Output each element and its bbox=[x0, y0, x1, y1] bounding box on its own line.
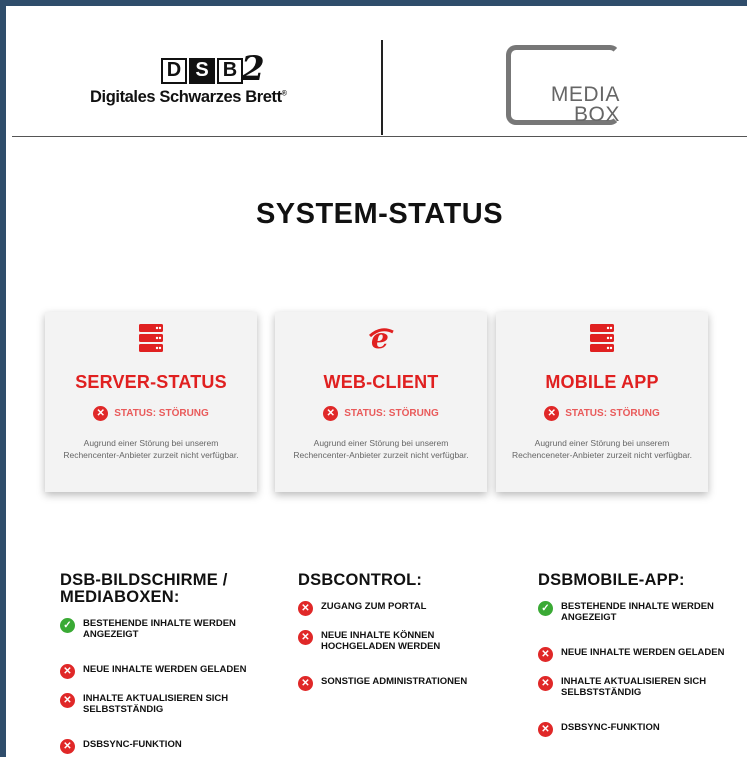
card-description: Augrund einer Störung bei unserem Rechen… bbox=[293, 438, 469, 460]
card-status-text: STATUS: STÖRUNG bbox=[565, 408, 660, 419]
dsb-logo[interactable]: D S B 2 Digitales Schwarzes Brett® bbox=[90, 49, 320, 124]
status-item: ✕ INHALTE AKTUALISIEREN SICH SELBSTSTÄNDI… bbox=[538, 676, 706, 698]
status-item: ✓ BESTEHENDE INHALTE WERDEN ANGEZEIGT bbox=[60, 618, 236, 640]
mobile-app-card: MOBILE APP ✕ STATUS: STÖRUNG Augrund ein… bbox=[496, 312, 708, 492]
status-item: ✕ DSBSYNC-FUNKTION bbox=[60, 739, 182, 754]
dsb-logo-letter-d: D bbox=[161, 58, 187, 84]
server-icon bbox=[496, 324, 708, 352]
page-frame: D S B 2 Digitales Schwarzes Brett® MEDIA… bbox=[0, 0, 747, 757]
card-status-text: STATUS: STÖRUNG bbox=[114, 408, 209, 419]
dsb-logo-letter-s: S bbox=[189, 58, 215, 84]
internet-explorer-icon: e bbox=[275, 324, 487, 352]
error-icon: ✕ bbox=[538, 647, 553, 662]
error-icon: ✕ bbox=[298, 601, 313, 616]
error-icon: ✕ bbox=[544, 406, 560, 421]
status-item: ✓ BESTEHENDE INHALTE WERDEN ANGEZEIGT bbox=[538, 601, 714, 623]
error-icon: ✕ bbox=[60, 664, 75, 679]
mediabox-logo[interactable]: MEDIA BOX bbox=[506, 45, 648, 132]
card-description: Augrund einer Störung bei unserem Rechen… bbox=[511, 438, 692, 460]
page-title: SYSTEM-STATUS bbox=[255, 198, 504, 230]
server-status-card: SERVER-STATUS ✕ STATUS: STÖRUNG Augrund … bbox=[45, 312, 257, 492]
server-icon bbox=[45, 324, 257, 352]
status-item: ✕ ZUGANG ZUM PORTAL bbox=[298, 601, 426, 616]
card-status: ✕ STATUS: STÖRUNG bbox=[496, 406, 708, 421]
status-item: ✕ INHALTE AKTUALISIEREN SICH SELBSTSTÄNDI… bbox=[60, 693, 228, 715]
error-icon: ✕ bbox=[323, 406, 339, 421]
mediabox-logo-line1: MEDIA bbox=[550, 83, 620, 106]
card-title: WEB-CLIENT bbox=[323, 372, 439, 392]
dsb-logo-letter-b: B bbox=[217, 58, 243, 84]
dsbmobile-app-column: DSBMOBILE-APP: ✓ BESTEHENDE INHALTE WERD… bbox=[538, 572, 747, 762]
dsb-bildschirme-column: DSB-BILDSCHIRME / MEDIABOXEN: ✓ BESTEHEN… bbox=[60, 572, 280, 762]
column-title: DSBMOBILE-APP: bbox=[538, 571, 685, 589]
column-title: DSB-BILDSCHIRME / MEDIABOXEN: bbox=[60, 571, 228, 606]
card-title: MOBILE APP bbox=[545, 372, 659, 392]
header-divider bbox=[381, 40, 383, 135]
card-status-text: STATUS: STÖRUNG bbox=[344, 408, 439, 419]
card-description: Augrund einer Störung bei unserem Rechen… bbox=[63, 438, 239, 460]
dsb-logo-subtitle: Digitales Schwarzes Brett® bbox=[90, 88, 287, 106]
error-icon: ✕ bbox=[298, 630, 313, 645]
mediabox-logo-line2: BOX bbox=[574, 103, 620, 126]
header: D S B 2 Digitales Schwarzes Brett® MEDIA… bbox=[12, 12, 747, 137]
error-icon: ✕ bbox=[298, 676, 313, 691]
dsb-logo-mark: D S B 2 bbox=[161, 49, 265, 89]
status-item: ✕ NEUE INHALTE WERDEN GELADEN bbox=[60, 664, 246, 679]
svg-text:e: e bbox=[371, 324, 389, 352]
error-icon: ✕ bbox=[538, 722, 553, 737]
status-item: ✕ NEUE INHALTE WERDEN GELADEN bbox=[538, 647, 724, 662]
dsb-logo-number: 2 bbox=[241, 49, 265, 89]
error-icon: ✕ bbox=[93, 406, 109, 421]
card-status: ✕ STATUS: STÖRUNG bbox=[45, 406, 257, 421]
dsbcontrol-column: DSBCONTROL: ✕ ZUGANG ZUM PORTAL ✕ NEUE I… bbox=[298, 572, 518, 762]
error-icon: ✕ bbox=[538, 676, 553, 691]
card-title: SERVER-STATUS bbox=[75, 372, 227, 392]
status-item: ✕ SONSTIGE ADMINISTRATIONEN bbox=[298, 676, 467, 691]
mediabox-logo-text: MEDIA BOX bbox=[540, 83, 620, 126]
card-status: ✕ STATUS: STÖRUNG bbox=[275, 406, 487, 421]
status-item: ✕ DSBSYNC-FUNKTION bbox=[538, 722, 660, 737]
check-icon: ✓ bbox=[60, 618, 75, 633]
check-icon: ✓ bbox=[538, 601, 553, 616]
status-item: ✕ NEUE INHALTE KÖNNEN HOCHGELADEN WERDEN bbox=[298, 630, 440, 652]
column-title: DSBCONTROL: bbox=[298, 571, 423, 589]
error-icon: ✕ bbox=[60, 739, 75, 754]
web-client-card: e WEB-CLIENT ✕ STATUS: STÖRUNG Augrund e… bbox=[275, 312, 487, 492]
error-icon: ✕ bbox=[60, 693, 75, 708]
